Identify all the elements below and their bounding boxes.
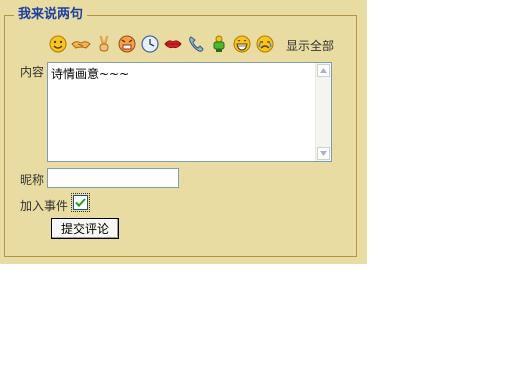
content-label: 内容	[20, 65, 45, 79]
content-textarea[interactable]: 诗情画意~~~	[47, 62, 332, 162]
content-text: 诗情画意~~~	[51, 67, 130, 81]
textarea-scrollbar[interactable]	[315, 63, 331, 161]
lips-icon[interactable]	[163, 34, 183, 54]
crying-face-icon[interactable]	[255, 34, 275, 54]
handshake-icon[interactable]	[71, 34, 91, 54]
join-event-checkbox[interactable]	[73, 195, 88, 210]
checkmark-icon	[75, 198, 86, 207]
nickname-label: 昵称	[20, 173, 45, 187]
angry-face-icon[interactable]	[117, 34, 137, 54]
scroll-up-arrow-icon[interactable]	[317, 64, 330, 77]
nickname-input[interactable]	[47, 168, 179, 188]
show-all-link[interactable]: 显示全部	[286, 37, 334, 54]
grin-icon[interactable]	[232, 34, 252, 54]
clock-icon[interactable]	[140, 34, 160, 54]
green-figure-icon[interactable]	[209, 34, 229, 54]
join-event-label: 加入事件	[20, 199, 69, 213]
panel-title: 我来说两句	[14, 7, 88, 23]
scroll-down-arrow-icon[interactable]	[317, 147, 330, 160]
victory-hand-icon[interactable]	[94, 34, 114, 54]
submit-comment-button[interactable]: 提交评论	[51, 218, 119, 239]
phone-icon[interactable]	[186, 34, 206, 54]
comment-panel: 我来说两句 显示全部 内容 诗情画意~~~ 昵称 加入事件 提交评论	[0, 0, 367, 264]
emoticon-bar	[48, 34, 275, 54]
smile-icon[interactable]	[48, 34, 68, 54]
